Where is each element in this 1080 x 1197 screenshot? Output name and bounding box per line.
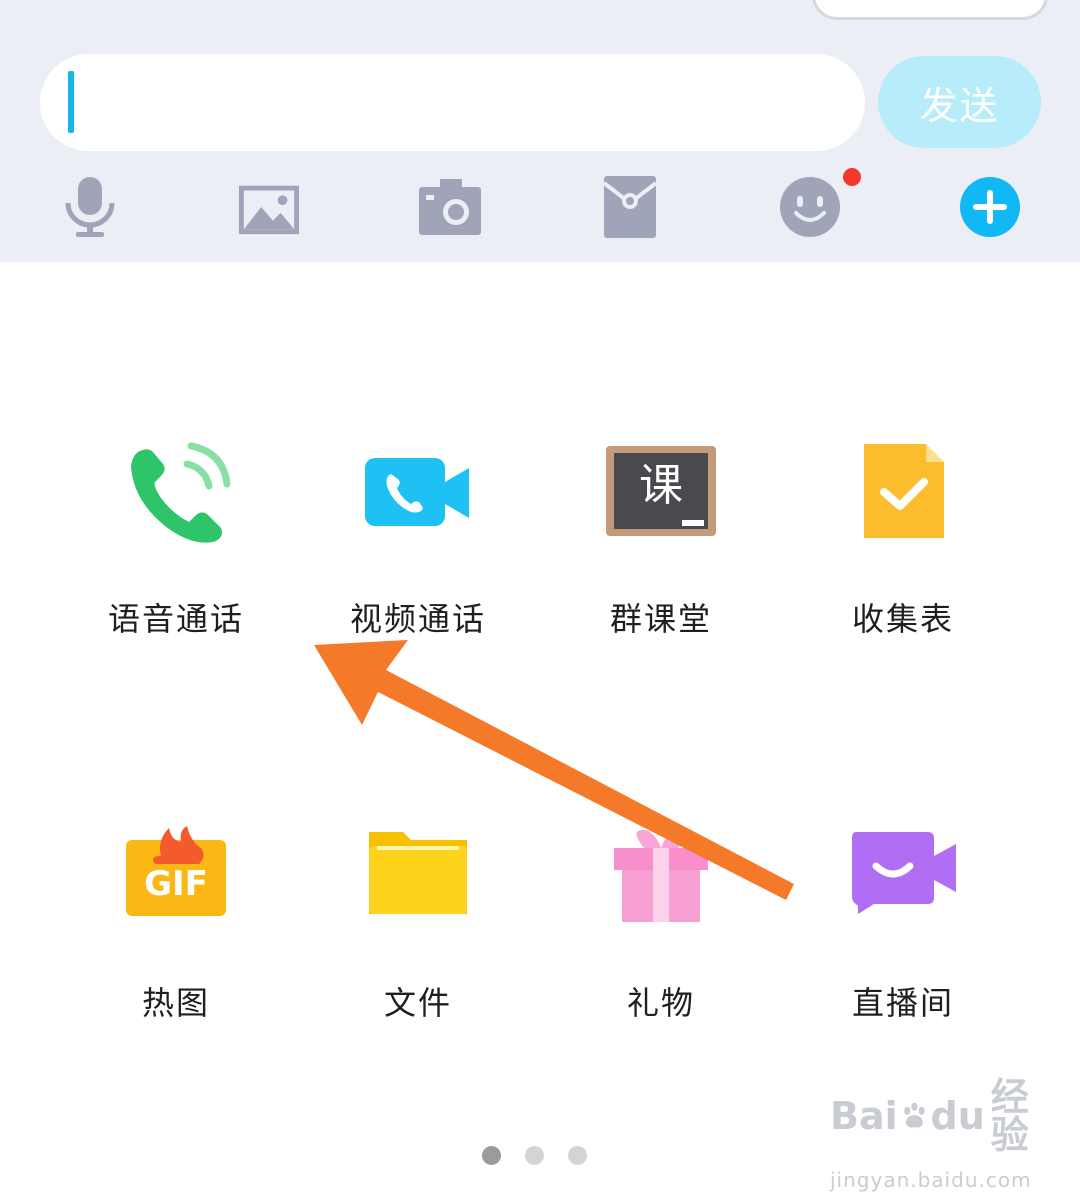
- app-label: 收集表: [851, 600, 954, 638]
- folder-icon: [363, 826, 473, 936]
- image-icon[interactable]: [238, 175, 300, 239]
- collection-form-app[interactable]: 收集表: [803, 442, 1003, 640]
- baidu-watermark: Bai du 经验 jingyan.baidu.com: [830, 1075, 1031, 1192]
- group-classroom-app[interactable]: 课 群课堂: [561, 442, 761, 640]
- phone-call-icon: [121, 442, 231, 552]
- red-packet-icon[interactable]: [598, 175, 662, 239]
- app-label: 语音通话: [107, 600, 244, 638]
- app-label: 视频通话: [349, 600, 486, 638]
- page-dot[interactable]: [568, 1146, 587, 1165]
- text-caret: [68, 71, 74, 133]
- chat-input-bar: 发送: [0, 0, 1080, 262]
- form-icon: [848, 442, 958, 552]
- video-call-app[interactable]: 视频通话: [318, 442, 518, 640]
- file-app[interactable]: 文件: [318, 826, 518, 1024]
- watermark-url: jingyan.baidu.com: [830, 1168, 1032, 1192]
- live-room-icon: [848, 826, 958, 936]
- gif-icon-text: GIF: [144, 864, 208, 904]
- message-input[interactable]: [40, 54, 865, 151]
- app-label: 直播间: [851, 984, 954, 1022]
- notification-badge: [843, 168, 861, 186]
- video-call-icon: [363, 442, 473, 552]
- send-button[interactable]: 发送: [878, 56, 1041, 148]
- camera-icon[interactable]: [418, 175, 482, 239]
- live-room-app[interactable]: 直播间: [803, 826, 1003, 1024]
- classroom-icon: 课: [606, 442, 716, 552]
- page-dot-active[interactable]: [482, 1146, 501, 1165]
- page-dot[interactable]: [525, 1146, 544, 1165]
- watermark-brand-2: du: [930, 1094, 985, 1138]
- gift-icon: [606, 826, 716, 936]
- paw-icon: [903, 1102, 925, 1128]
- app-label: 文件: [383, 984, 452, 1022]
- app-label: 热图: [141, 984, 210, 1022]
- hot-gif-icon: GIF: [121, 826, 231, 936]
- emoji-icon[interactable]: [778, 175, 842, 239]
- voice-call-app[interactable]: 语音通话: [76, 442, 276, 640]
- plus-icon[interactable]: [958, 175, 1022, 239]
- page-indicator: [482, 1146, 587, 1165]
- watermark-suffix: 经验: [990, 1075, 1029, 1157]
- watermark-brand: Bai: [830, 1094, 898, 1138]
- hot-gif-app[interactable]: GIF 热图: [76, 826, 276, 1024]
- microphone-icon[interactable]: [58, 175, 122, 239]
- app-label: 礼物: [626, 984, 695, 1022]
- app-label: 群课堂: [609, 600, 712, 638]
- gift-app[interactable]: 礼物: [561, 826, 761, 1024]
- classroom-icon-text: 课: [639, 460, 683, 511]
- message-bubble-edge: [812, 0, 1048, 20]
